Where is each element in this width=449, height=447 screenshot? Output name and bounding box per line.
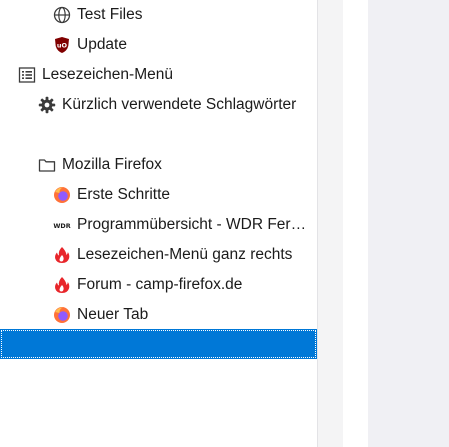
folder-icon — [38, 156, 56, 174]
pane-splitter[interactable] — [317, 0, 343, 447]
tree-item-mozilla-firefox-folder[interactable]: Mozilla Firefox — [0, 150, 317, 180]
globe-icon — [53, 6, 71, 24]
detail-pane — [343, 0, 368, 447]
tree-item-label: Lesezeichen-Menü — [42, 66, 173, 83]
wdr-logo-icon: WDR — [53, 216, 71, 234]
tree-item-neuer-tab[interactable]: Neuer Tab — [0, 300, 317, 330]
tree-item-label: Erste Schritte — [77, 186, 171, 203]
bookmarks-tree[interactable]: Test Files uO Update Lesezeichen-Menü Kü… — [0, 0, 317, 447]
tree-item-label: Forum - camp-firefox.de — [77, 276, 243, 293]
tree-item-label: Kürzlich verwendete Schlagwörter — [62, 96, 297, 113]
tree-item-label: Update — [77, 36, 127, 53]
tree-item-bookmarks-menu[interactable]: Lesezeichen-Menü — [0, 60, 317, 90]
firefox-logo-icon — [53, 186, 71, 204]
tree-item-wdr[interactable]: WDR Programmübersicht - WDR Fernsehen — [0, 210, 317, 240]
svg-text:WDR: WDR — [53, 222, 70, 230]
svg-text:uO: uO — [57, 42, 68, 50]
tree-item-recent-tags[interactable]: Kürzlich verwendete Schlagwörter — [0, 90, 317, 120]
tree-item-label: Neuer Tab — [77, 306, 149, 323]
tree-item-label: Programmübersicht - WDR Fernsehen — [77, 216, 313, 233]
tree-item-erste-schritte[interactable]: Erste Schritte — [0, 180, 317, 210]
firefox-logo-icon — [53, 306, 71, 324]
tree-item-label: Lesezeichen-Menü ganz rechts — [77, 246, 293, 263]
ublock-shield-icon: uO — [53, 36, 71, 54]
content-area — [368, 0, 449, 447]
tree-item-label: Test Files — [77, 6, 143, 23]
tree-item-selected-empty[interactable] — [0, 329, 317, 359]
bookmarks-menu-icon — [18, 66, 36, 84]
tree-item-label: Mozilla Firefox — [62, 156, 162, 173]
tree-item-lesezeichen-rechts[interactable]: Lesezeichen-Menü ganz rechts — [0, 240, 317, 270]
tree-item-test-files[interactable]: Test Files — [0, 0, 317, 30]
tree-item-update[interactable]: uO Update — [0, 30, 317, 60]
gear-icon — [38, 96, 56, 114]
tree-item-forum-camp-firefox[interactable]: Forum - camp-firefox.de — [0, 270, 317, 300]
flame-icon — [53, 246, 71, 264]
flame-icon — [53, 276, 71, 294]
